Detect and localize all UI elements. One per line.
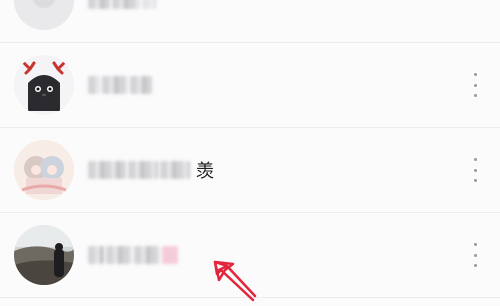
contact-list: 羡 bbox=[0, 0, 500, 298]
contact-name bbox=[88, 241, 178, 269]
contact-name-visible-char: 羡 bbox=[196, 161, 214, 182]
avatar[interactable] bbox=[14, 225, 74, 285]
avatar[interactable] bbox=[14, 140, 74, 200]
contact-row[interactable] bbox=[0, 0, 500, 43]
contact-row[interactable] bbox=[0, 43, 500, 128]
contact-row[interactable]: 羡 bbox=[0, 128, 500, 213]
more-options-icon[interactable] bbox=[472, 73, 478, 97]
avatar[interactable] bbox=[14, 0, 74, 30]
contact-name bbox=[88, 71, 152, 99]
annotation-arrow-icon bbox=[205, 258, 265, 306]
avatar[interactable] bbox=[14, 55, 74, 115]
contact-name: 羡 bbox=[88, 156, 214, 184]
more-options-icon[interactable] bbox=[472, 243, 478, 267]
more-options-icon[interactable] bbox=[472, 158, 478, 182]
contact-name bbox=[88, 0, 156, 14]
